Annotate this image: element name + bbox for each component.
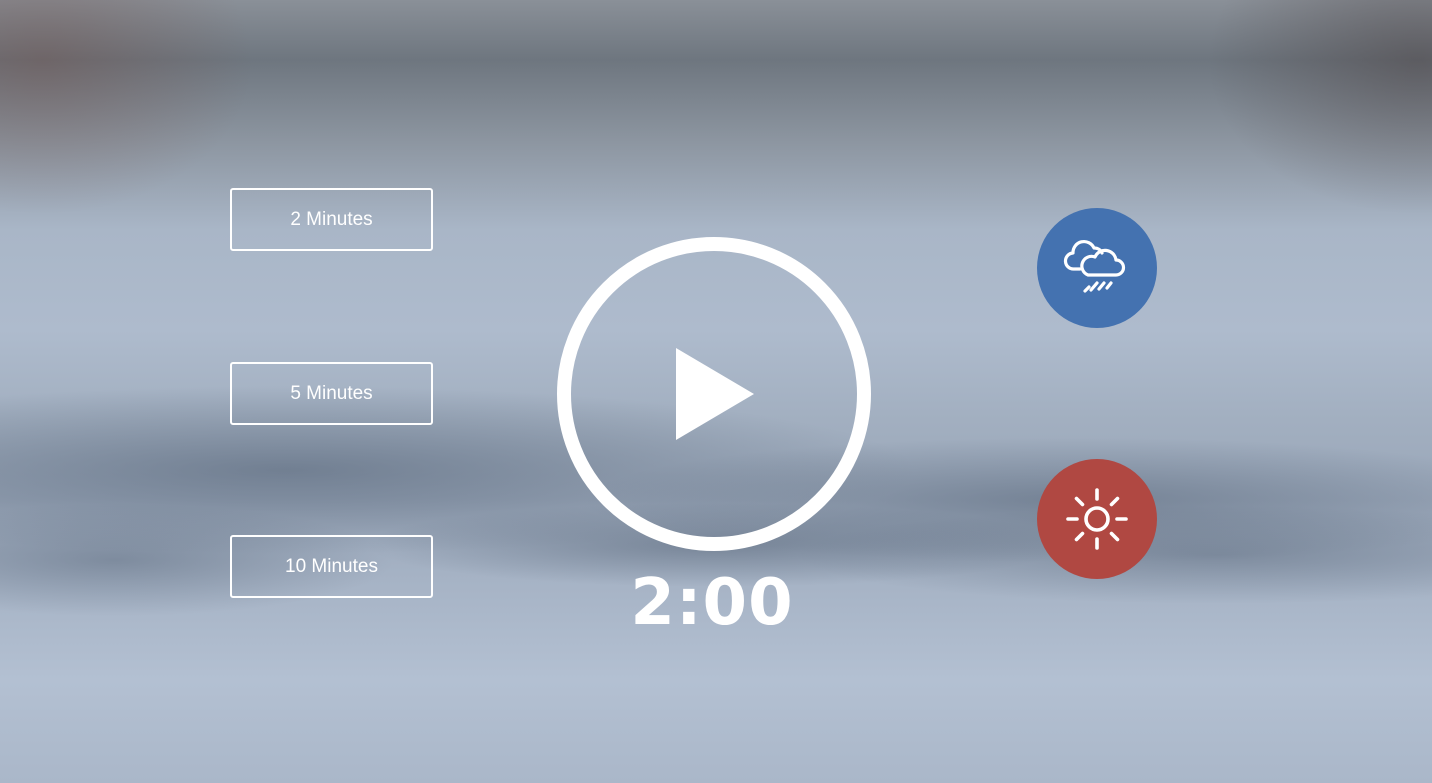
sun-icon (1066, 488, 1128, 550)
ten-minutes-button[interactable]: 10 Minutes (230, 535, 433, 598)
play-circle-icon (557, 237, 871, 551)
meditation-timer-app: 2 Minutes 5 Minutes 10 Minutes 2:00 (0, 0, 1432, 783)
rain-cloud-icon (1063, 240, 1126, 293)
sun-sound-button[interactable] (1037, 459, 1157, 579)
play-button[interactable] (556, 236, 872, 552)
two-minutes-button[interactable]: 2 Minutes (230, 188, 433, 251)
five-minutes-button[interactable]: 5 Minutes (230, 362, 433, 425)
countdown-timer: 2:00 (630, 566, 794, 640)
rain-sound-button[interactable] (1037, 208, 1157, 328)
